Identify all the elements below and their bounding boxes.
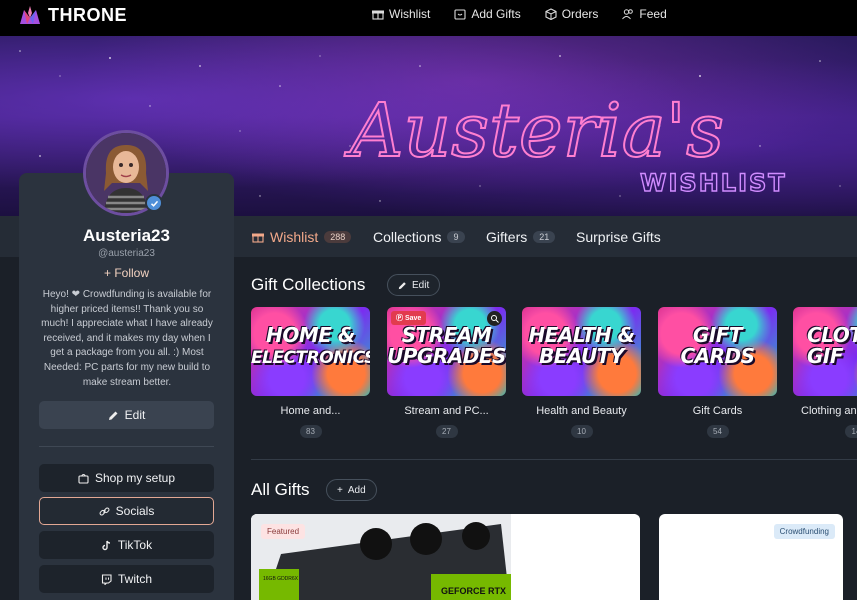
users-icon (622, 9, 634, 20)
collection-card[interactable]: HOME & ELECTRONICS Home and... 83 (251, 307, 370, 438)
collection-count: 27 (435, 425, 458, 438)
verified-badge-icon (145, 194, 163, 212)
pinterest-save-button[interactable]: Ⓟ Save (391, 311, 427, 325)
collection-count: 83 (299, 425, 322, 438)
collection-thumbnail: HOME & ELECTRONICS (251, 307, 370, 396)
gift-collections-title: Gift Collections (251, 275, 366, 294)
add-gift-button[interactable]: + Add (326, 479, 377, 501)
tiktok-label: TikTok (117, 538, 153, 552)
tab-gifters-count: 21 (533, 231, 556, 243)
crowdfunding-badge: Crowdfunding (773, 524, 835, 539)
add-gift-icon (454, 9, 466, 20)
nav-feed-label: Feed (639, 7, 667, 21)
visual-search-icon[interactable] (487, 311, 502, 326)
twitch-label: Twitch (117, 572, 152, 586)
tab-collections[interactable]: Collections 9 (373, 229, 465, 245)
all-gifts-title: All Gifts (251, 480, 310, 499)
box-icon (545, 8, 557, 20)
banner-wishlist-text: WISHLIST (640, 169, 787, 197)
shop-icon (78, 473, 89, 484)
collection-thumb-text: STREAM UPGRADES (387, 323, 506, 368)
add-gift-label: Add (347, 484, 366, 496)
nav-wishlist-label: Wishlist (389, 7, 431, 21)
collection-card[interactable]: STREAM UPGRADES Ⓟ Save Stream and PC... 2… (387, 307, 506, 438)
tab-surprise-gifts-label: Surprise Gifts (576, 229, 661, 245)
follow-button[interactable]: + Follow (19, 266, 234, 280)
section-divider (251, 459, 857, 460)
collection-thumbnail: GIFT CARDS (658, 307, 777, 396)
tab-gifters-label: Gifters (486, 229, 528, 245)
collection-thumb-text: GIFT CARDS (680, 323, 755, 368)
collection-count: 10 (570, 425, 593, 438)
featured-badge: Featured (261, 524, 306, 539)
twitch-icon (101, 573, 112, 585)
collection-thumbnail: CLOTHGIF (793, 307, 857, 396)
gift-card[interactable]: Crowdfunding (659, 514, 843, 600)
edit-profile-label: Edit (124, 408, 146, 422)
gift-card[interactable]: GEFORCE RTX 16GB GDDR6X Featured (251, 514, 640, 600)
tab-wishlist-label: Wishlist (270, 229, 319, 245)
nav-orders[interactable]: Orders (545, 7, 599, 21)
nav-orders-label: Orders (561, 7, 599, 21)
collection-card[interactable]: HEALTH & BEAUTY Health and Beauty 10 (522, 307, 641, 438)
collection-thumbnail: STREAM UPGRADES Ⓟ Save (387, 307, 506, 396)
socials-label: Socials (115, 504, 155, 518)
socials-button[interactable]: Socials (39, 497, 214, 525)
follow-label: Follow (114, 266, 150, 280)
collection-thumb-text: HOME & ELECTRONICS (251, 323, 370, 369)
page: THRONE Wishlist Add Gifts Orders Feed Au… (0, 0, 857, 600)
edit-collections-label: Edit (412, 279, 430, 291)
nav-add-gifts[interactable]: Add Gifts (454, 7, 521, 21)
pencil-icon (108, 411, 118, 420)
collection-thumb-text: CLOTHGIF (807, 323, 857, 368)
profile-divider (39, 446, 214, 447)
gift-product-image: GEFORCE RTX 16GB GDDR6X (251, 514, 640, 600)
gift-product-text-1: GEFORCE RTX (441, 586, 506, 596)
edit-collections-button[interactable]: Edit (387, 274, 441, 296)
brand-logo[interactable]: THRONE (18, 4, 127, 26)
tiktok-button[interactable]: TikTok (39, 531, 214, 559)
tab-collections-count: 9 (447, 231, 465, 243)
tab-wishlist[interactable]: Wishlist 288 (252, 229, 352, 245)
crown-logo-icon (20, 6, 40, 24)
twitch-button[interactable]: Twitch (39, 565, 214, 593)
collection-label: Stream and PC... (404, 405, 489, 417)
collection-label: Home and... (280, 405, 341, 417)
profile-name: Austeria23 (83, 226, 170, 245)
collection-card[interactable]: CLOTHGIF Clothing an 14 (793, 307, 857, 438)
profile-handle: @austeria23 (98, 248, 155, 259)
collection-label: Clothing an (801, 405, 857, 417)
shop-my-setup-button[interactable]: Shop my setup (39, 464, 214, 492)
nav-wishlist[interactable]: Wishlist (372, 7, 430, 21)
collection-label: Health and Beauty (536, 405, 627, 417)
collection-thumbnail: HEALTH & BEAUTY (522, 307, 641, 396)
wishlist-tabs: Wishlist 288 Collections 9 Gifters 21 Su… (234, 216, 857, 257)
collection-thumb-text: HEALTH & BEAUTY (528, 323, 635, 368)
gift-icon (372, 10, 384, 20)
collection-count: 54 (706, 425, 729, 438)
top-navbar: THRONE Wishlist Add Gifts Orders Feed (0, 0, 857, 36)
plus-icon: + (103, 266, 115, 280)
brand-name: THRONE (48, 4, 127, 25)
plus-icon: + (337, 484, 343, 496)
collection-card[interactable]: GIFT CARDS Gift Cards 54 (658, 307, 777, 438)
link-icon (99, 507, 110, 515)
edit-profile-button[interactable]: Edit (39, 401, 214, 429)
top-nav-links: Wishlist Add Gifts Orders Feed (372, 0, 667, 28)
pencil-icon (398, 281, 406, 289)
gift-icon (252, 233, 264, 243)
tab-gifters[interactable]: Gifters 21 (486, 229, 556, 245)
tab-wishlist-count: 288 (324, 231, 352, 243)
banner-script-text: Austeria's (344, 88, 724, 174)
tab-collections-label: Collections (373, 229, 442, 245)
shop-my-setup-label: Shop my setup (94, 471, 176, 485)
tab-surprise-gifts[interactable]: Surprise Gifts (576, 229, 661, 245)
collection-label: Gift Cards (692, 405, 743, 417)
profile-bio: Heyo! ❤ Crowdfunding is available for hi… (41, 289, 213, 388)
nav-add-gifts-label: Add Gifts (471, 7, 521, 21)
nav-feed[interactable]: Feed (622, 7, 667, 21)
collection-count: 14 (845, 425, 857, 438)
gift-product-text-2: 16GB GDDR6X (263, 576, 299, 582)
tiktok-icon (102, 540, 110, 550)
